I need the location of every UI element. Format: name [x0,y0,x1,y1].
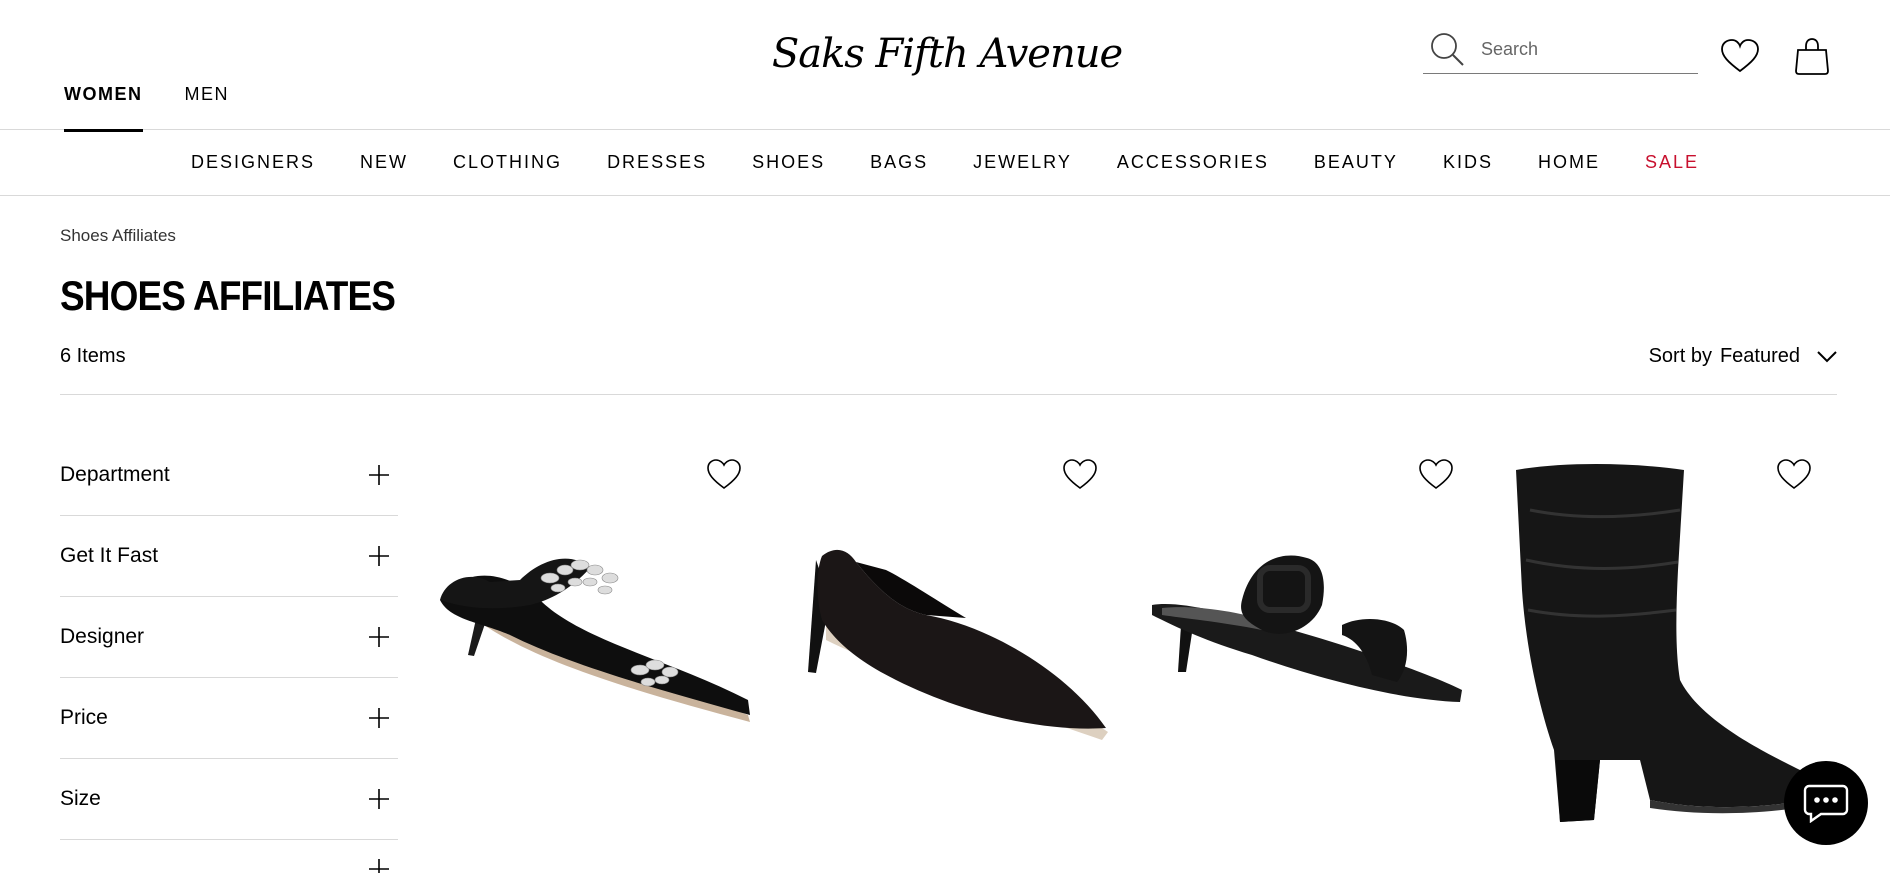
add-to-wishlist-icon[interactable] [1062,456,1098,492]
chevron-down-icon [1817,350,1837,362]
product-image[interactable] [430,450,770,873]
filter-label: Size [60,787,101,810]
shopping-bag-icon [1795,38,1829,75]
search-box [1423,26,1698,74]
wishlist-button[interactable] [1718,34,1762,78]
tab-women[interactable]: WOMEN [64,84,143,132]
filter-get-it-fast[interactable]: Get It Fast [60,516,398,597]
add-to-wishlist-icon[interactable] [1776,456,1812,492]
plus-icon [369,627,389,647]
product-image[interactable] [786,450,1126,873]
nav-bags[interactable]: BAGS [870,152,928,173]
add-to-wishlist-icon[interactable] [1418,456,1454,492]
nav-clothing[interactable]: CLOTHING [453,152,562,173]
nav-accessories[interactable]: ACCESSORIES [1117,152,1269,173]
heart-icon [1721,39,1759,73]
top-header: WOMEN MEN Saks Fifth Avenue [0,0,1890,132]
search-input[interactable] [1481,39,1681,60]
nav-shoes[interactable]: SHOES [752,152,825,173]
filter-size[interactable]: Size [60,759,398,840]
saks-logo[interactable]: Saks Fifth Avenue [772,24,1123,84]
nav-beauty[interactable]: BEAUTY [1314,152,1398,173]
add-to-wishlist-icon[interactable] [706,456,742,492]
plus-icon [369,789,389,809]
product-card[interactable] [786,450,1126,873]
nav-designers[interactable]: DESIGNERS [191,152,315,173]
filter-price[interactable]: Price [60,678,398,759]
plus-icon [369,859,389,873]
filter-label: Department [60,463,170,486]
filter-label: Designer [60,625,145,648]
filter-label: Price [60,706,108,729]
plus-icon [369,465,389,485]
filter-department[interactable]: Department [60,435,398,516]
header-divider [60,394,1837,395]
product-image[interactable] [1142,450,1482,873]
filter-label: Get It Fast [60,544,159,567]
plus-icon [369,546,389,566]
nav-dresses[interactable]: DRESSES [607,152,707,173]
filter-more[interactable] [60,840,398,873]
sort-value: Featured [1719,345,1800,367]
chat-bubble-icon [1803,784,1849,823]
chat-button[interactable] [1784,761,1868,845]
sort-dropdown[interactable]: Sort by Featured [1649,345,1838,368]
page-title: SHOES AFFILIATES [60,272,396,319]
gender-tabs: WOMEN MEN [64,84,229,132]
search-icon[interactable] [1427,30,1467,70]
product-card[interactable] [1142,450,1482,873]
nav-kids[interactable]: KIDS [1443,152,1493,173]
filter-designer[interactable]: Designer [60,597,398,678]
nav-sale[interactable]: SALE [1645,152,1699,173]
nav-home[interactable]: HOME [1538,152,1600,173]
shopping-bag-button[interactable] [1790,34,1834,78]
plus-icon [369,708,389,728]
sort-label: Sort by [1648,345,1712,367]
nav-new[interactable]: NEW [360,152,408,173]
filter-panel: Department Get It Fast Designer Price Si… [60,435,398,873]
breadcrumb[interactable]: Shoes Affiliates [60,226,176,246]
category-nav: DESIGNERS NEW CLOTHING DRESSES SHOES BAG… [0,130,1890,196]
product-card[interactable] [430,450,770,873]
nav-jewelry[interactable]: JEWELRY [973,152,1072,173]
item-count: 6 Items [60,345,126,367]
tab-men[interactable]: MEN [185,84,230,132]
